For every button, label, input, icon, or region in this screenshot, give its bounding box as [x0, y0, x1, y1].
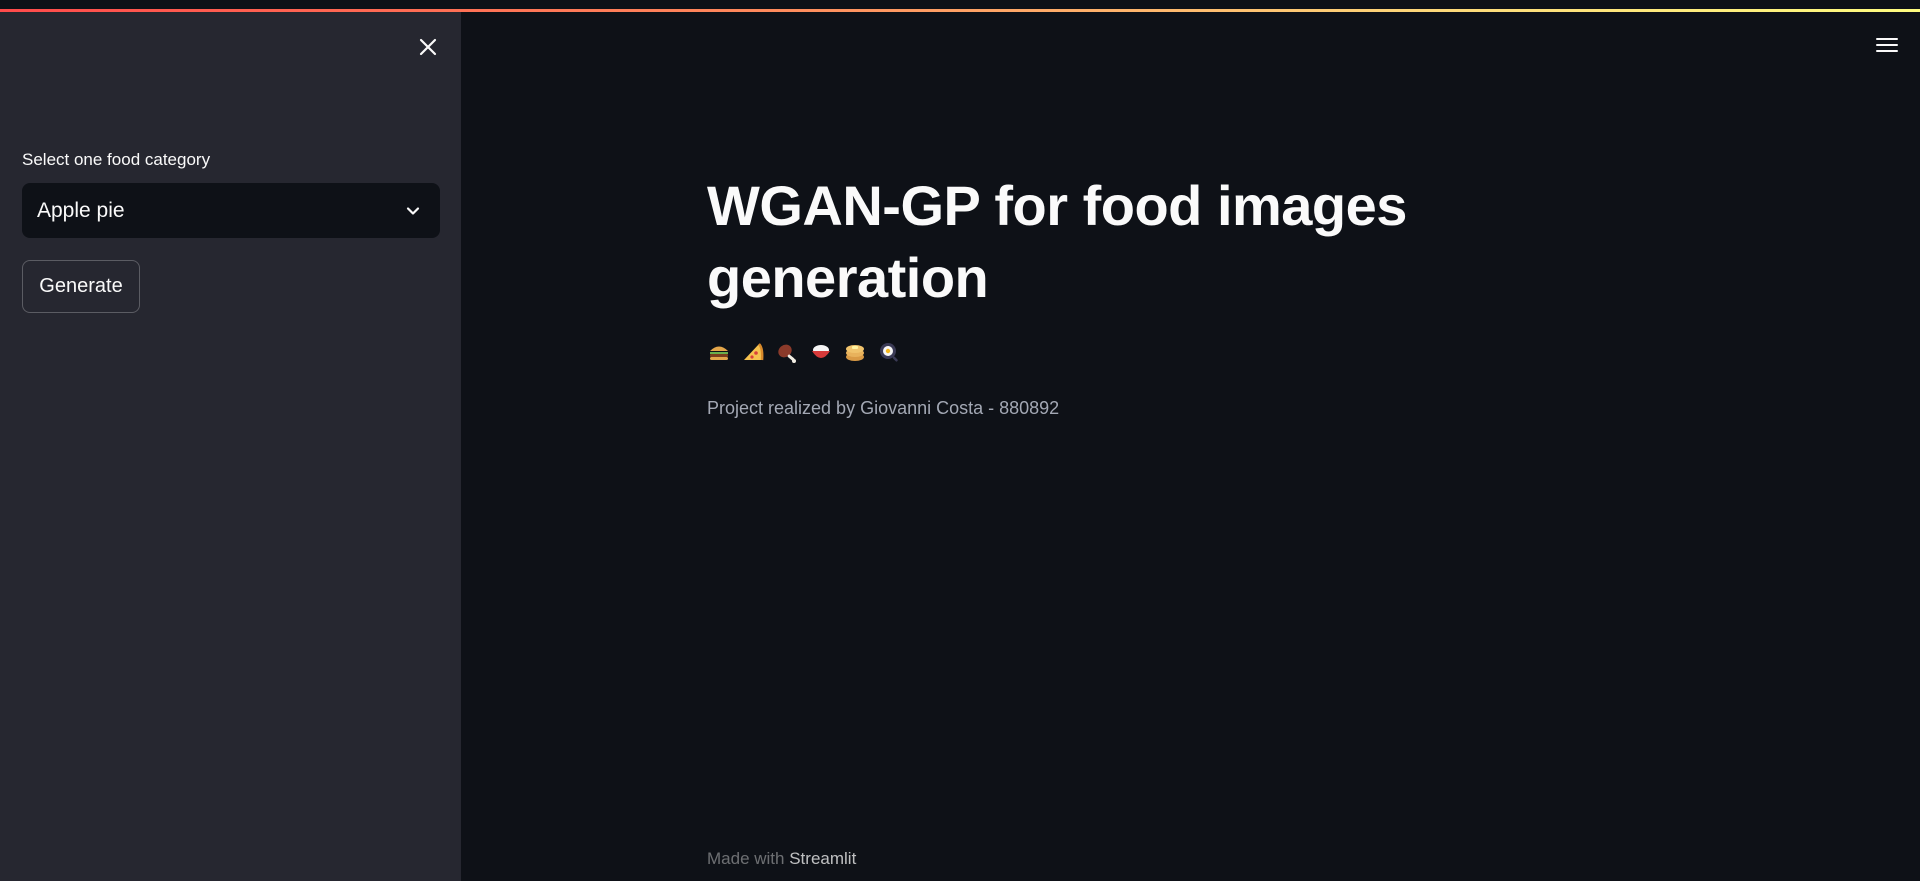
pancakes-icon	[843, 340, 867, 364]
page-title: WGAN-GP for food images generation	[707, 174, 1407, 309]
footer: Made with Streamlit	[707, 849, 856, 869]
pizza-icon	[741, 340, 765, 364]
food-emoji-row	[707, 340, 901, 364]
footer-prefix: Made with	[707, 849, 785, 868]
rice-bowl-icon	[809, 340, 833, 364]
hamburger-icon	[707, 340, 731, 364]
sidebar: Select one food category Apple pie Gener…	[0, 12, 461, 881]
main-menu-button[interactable]	[1872, 30, 1902, 60]
author-credit: Project realized by Giovanni Costa - 880…	[707, 398, 1060, 418]
close-sidebar-button[interactable]	[413, 32, 443, 62]
food-category-select[interactable]: Apple pie	[22, 183, 440, 238]
close-icon	[419, 38, 437, 56]
fried-egg-pan-icon	[877, 340, 901, 364]
hamburger-menu-icon	[1876, 38, 1898, 52]
chevron-down-icon	[406, 206, 420, 215]
streamlit-link[interactable]: Streamlit	[789, 849, 856, 868]
generate-button[interactable]: Generate	[22, 260, 140, 313]
food-category-label: Select one food category	[22, 150, 211, 169]
meat-on-bone-icon	[775, 340, 799, 364]
selected-category: Apple pie	[37, 198, 125, 222]
